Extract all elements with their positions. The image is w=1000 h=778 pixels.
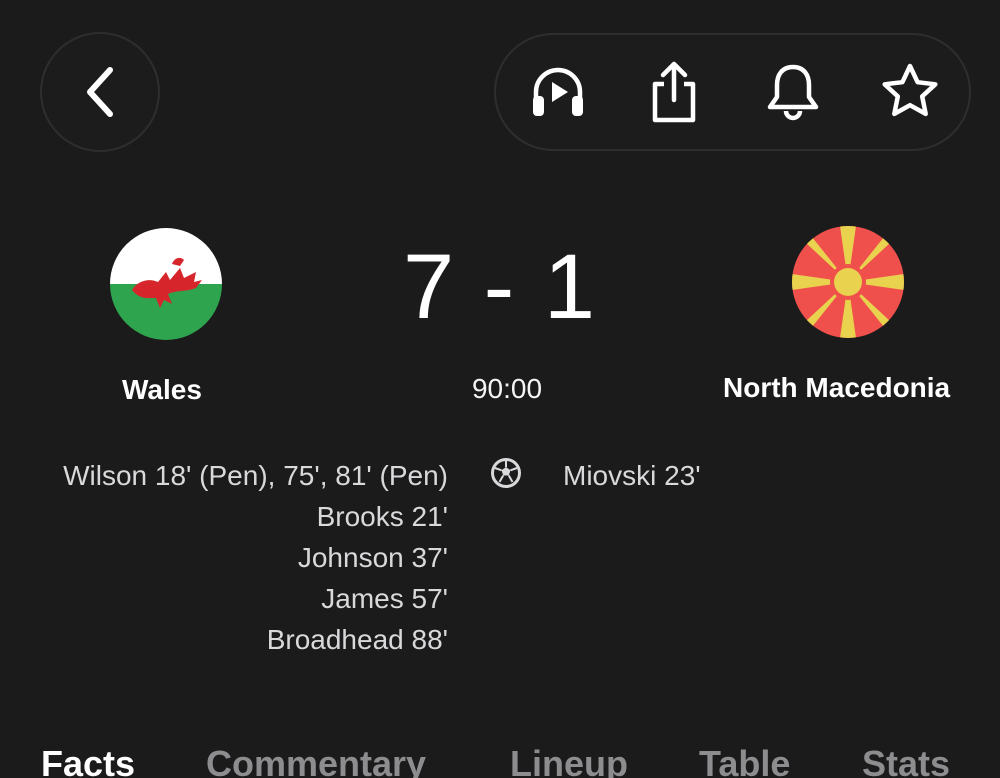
tab-stats[interactable]: Stats xyxy=(862,742,950,778)
match-clock: 90:00 xyxy=(471,373,543,404)
goal-scorer: James 57' xyxy=(321,583,448,614)
chevron-left-icon xyxy=(87,67,113,117)
football-icon xyxy=(491,458,521,488)
home-score: 7 xyxy=(402,236,457,338)
home-team-name[interactable]: Wales xyxy=(122,373,202,407)
score-display: 7 - 1 xyxy=(330,232,670,342)
goal-scorer: Brooks 21' xyxy=(316,501,448,532)
back-button[interactable] xyxy=(40,32,160,152)
goal-scorer: Wilson 18' (Pen), 75', 81' (Pen) xyxy=(63,460,448,491)
tab-commentary[interactable]: Commentary xyxy=(206,742,426,778)
tab-lineup[interactable]: Lineup xyxy=(510,742,628,778)
north-macedonia-flag-icon xyxy=(792,226,904,338)
tab-table[interactable]: Table xyxy=(699,742,790,778)
notifications-button[interactable] xyxy=(748,35,838,149)
action-bar xyxy=(494,33,971,151)
wales-flag-icon xyxy=(110,228,222,340)
goal-scorer: Johnson 37' xyxy=(297,542,448,573)
away-score: 1 xyxy=(543,236,598,338)
away-goal-scorers: Miovski 23' xyxy=(563,455,701,496)
headphones-play-icon xyxy=(533,67,583,116)
home-goal-scorers: Wilson 18' (Pen), 75', 81' (Pen) Brooks … xyxy=(63,455,448,660)
match-tabs: Facts Commentary Lineup Table Stats xyxy=(0,738,1000,778)
score-separator: - xyxy=(483,236,517,338)
goal-scorer: Miovski 23' xyxy=(563,460,701,491)
star-icon xyxy=(882,63,938,117)
favorite-button[interactable] xyxy=(865,35,955,149)
bell-icon xyxy=(767,64,819,121)
goal-scorer: Broadhead 88' xyxy=(266,624,448,655)
away-team-crest[interactable] xyxy=(792,226,904,338)
share-button[interactable] xyxy=(629,35,719,149)
away-team-name[interactable]: North Macedonia xyxy=(723,371,950,405)
home-team-crest[interactable] xyxy=(110,228,222,340)
share-icon xyxy=(652,61,696,123)
audio-commentary-button[interactable] xyxy=(513,35,603,149)
tab-facts[interactable]: Facts xyxy=(41,742,135,778)
